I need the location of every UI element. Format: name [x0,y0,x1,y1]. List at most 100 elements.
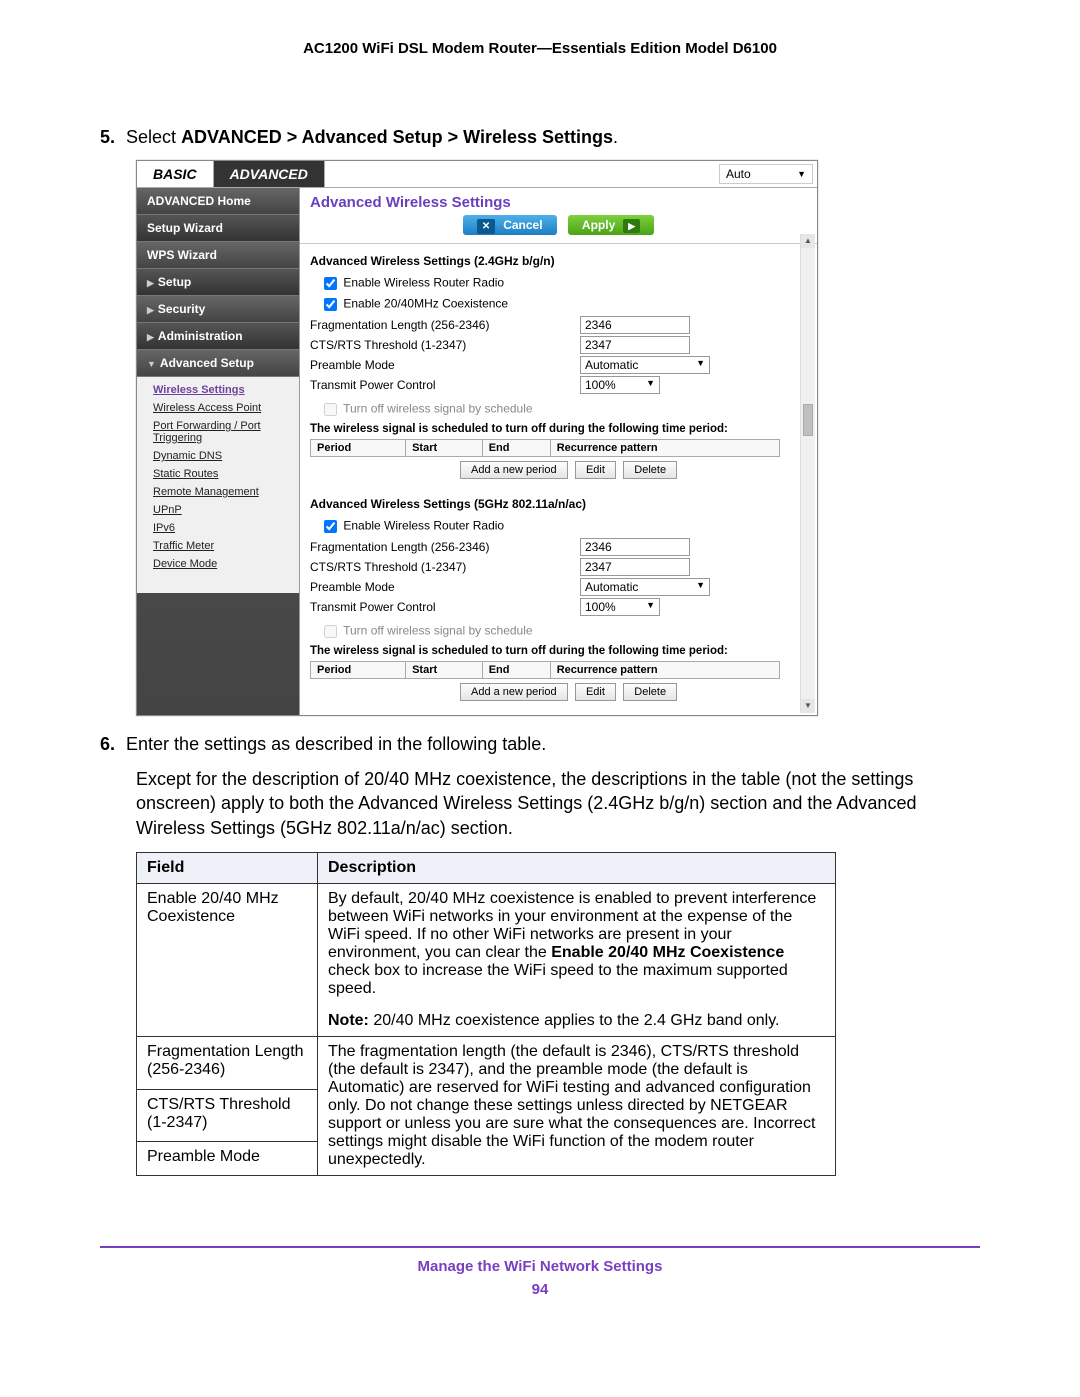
row2b-field: CTS/RTS Threshold (1-2347) [137,1089,318,1142]
sidebar-sub-wireless-settings[interactable]: Wireless Settings [153,381,295,399]
txpower-24-label: Transmit Power Control [310,378,580,392]
cts-24-label: CTS/RTS Threshold (1-2347) [310,338,580,352]
sidebar-item-advanced-setup[interactable]: ▼Advanced Setup [137,350,299,377]
sidebar-item-administration[interactable]: ▶Administration [137,323,299,350]
description-table: Field Description Enable 20/40 MHz Coexi… [136,852,836,1176]
note-prefix: Note: [328,1012,369,1029]
row2-desc: The fragmentation length (the default is… [318,1036,836,1175]
delete-24-button[interactable]: Delete [623,461,677,479]
chevron-down-icon: ▼ [797,169,806,179]
note-text: 20/40 MHz coexistence applies to the 2.4… [369,1012,780,1029]
apply-button[interactable]: Apply [568,215,654,235]
sidebar-sub-ddns[interactable]: Dynamic DNS [153,447,295,465]
step-5-path: ADVANCED > Advanced Setup > Wireless Set… [181,127,613,147]
chevron-down-icon: ▼ [696,580,705,594]
preamble-24-select[interactable]: Automatic▼ [580,356,710,374]
add-period-5-button[interactable]: Add a new period [460,683,568,701]
footer-title: Manage the WiFi Network Settings [100,1258,980,1275]
sidebar: ADVANCED Home Setup Wizard WPS Wizard ▶S… [137,188,300,715]
arrow-right-icon: ▶ [147,305,154,315]
sidebar-item-wps-wizard[interactable]: WPS Wizard [137,242,299,269]
sched-th-start: Start [406,440,483,457]
sidebar-item-security[interactable]: ▶Security [137,296,299,323]
top-tab-bar: BASIC ADVANCED Auto ▼ [137,161,817,188]
step-6-num: 6. [100,734,115,754]
sidebar-sub-wap[interactable]: Wireless Access Point [153,399,295,417]
txpower-5-select[interactable]: 100%▼ [580,598,660,616]
chevron-down-icon: ▼ [646,378,655,392]
sidebar-item-setup-wizard[interactable]: Setup Wizard [137,215,299,242]
enable-coex-checkbox[interactable] [324,298,337,311]
step-5-prefix: Select [126,127,181,147]
sched-th-end: End [482,662,550,679]
frag-5-label: Fragmentation Length (256-2346) [310,540,580,554]
language-value: Auto [726,167,751,181]
step-5-suffix: . [613,127,618,147]
chevron-down-icon: ▼ [646,600,655,614]
sidebar-sub-port-fwd[interactable]: Port Forwarding / Port Triggering [153,417,295,447]
sidebar-sub-traffic-meter[interactable]: Traffic Meter [153,537,295,555]
cts-24-input[interactable]: 2347 [580,336,690,354]
frag-24-label: Fragmentation Length (256-2346) [310,318,580,332]
step-6: 6. Enter the settings as described in th… [100,734,980,755]
tab-advanced[interactable]: ADVANCED [214,161,325,187]
preamble-5-select[interactable]: Automatic▼ [580,578,710,596]
cancel-button[interactable]: Cancel [463,215,557,235]
enable-radio-5-checkbox[interactable] [324,520,337,533]
row2c-field: Preamble Mode [137,1142,318,1175]
txpower-5-label: Transmit Power Control [310,600,580,614]
tab-spacer [325,161,715,187]
row1-desc: By default, 20/40 MHz coexistence is ena… [318,883,836,1036]
language-select[interactable]: Auto ▼ [719,164,813,184]
add-period-24-button[interactable]: Add a new period [460,461,568,479]
arrow-down-icon: ▼ [147,359,156,369]
tab-basic[interactable]: BASIC [137,161,214,187]
sidebar-item-home[interactable]: ADVANCED Home [137,188,299,215]
delete-5-button[interactable]: Delete [623,683,677,701]
sidebar-sub-static-routes[interactable]: Static Routes [153,465,295,483]
edit-24-button[interactable]: Edit [575,461,616,479]
frag-24-input[interactable]: 2346 [580,316,690,334]
txpower-24-select[interactable]: 100%▼ [580,376,660,394]
step-5-num: 5. [100,127,115,147]
doc-header: AC1200 WiFi DSL Modem Router—Essentials … [100,40,980,57]
section-5ghz: Advanced Wireless Settings (5GHz 802.11a… [300,487,817,709]
sched-24-label: Turn off wireless signal by schedule [343,402,532,416]
section-24ghz-heading: Advanced Wireless Settings (2.4GHz b/g/n… [310,254,807,268]
th-field: Field [137,852,318,883]
row1-field: Enable 20/40 MHz Coexistence [137,883,318,1036]
th-description: Description [318,852,836,883]
preamble-5-label: Preamble Mode [310,580,580,594]
sidebar-item-setup[interactable]: ▶Setup [137,269,299,296]
router-screenshot: BASIC ADVANCED Auto ▼ ADVANCED Home Setu… [136,160,818,716]
panel-title: Advanced Wireless Settings [300,188,817,213]
preamble-24-label: Preamble Mode [310,358,580,372]
frag-5-input[interactable]: 2346 [580,538,690,556]
sidebar-sub-remote-mgmt[interactable]: Remote Management [153,483,295,501]
sched-5-checkbox[interactable] [324,625,337,638]
panel-buttons: Cancel Apply [300,213,817,244]
enable-radio-5-label: Enable Wireless Router Radio [343,519,504,533]
sched-24-note: The wireless signal is scheduled to turn… [310,423,807,435]
arrow-right-icon: ▶ [147,278,154,288]
enable-radio-24-checkbox[interactable] [324,277,337,290]
sidebar-sub-device-mode[interactable]: Device Mode [153,555,295,573]
enable-radio-24-label: Enable Wireless Router Radio [343,276,504,290]
step-5: 5. Select ADVANCED > Advanced Setup > Wi… [100,127,980,148]
sidebar-sub-upnp[interactable]: UPnP [153,501,295,519]
step-6-text: Enter the settings as described in the f… [126,734,546,754]
sched-th-period: Period [311,440,406,457]
sched-5-note: The wireless signal is scheduled to turn… [310,645,807,657]
sched-th-start: Start [406,662,483,679]
page-footer: Manage the WiFi Network Settings 94 [100,1246,980,1298]
sched-5-label: Turn off wireless signal by schedule [343,624,532,638]
sidebar-sub-ipv6[interactable]: IPv6 [153,519,295,537]
sched-24-table: Period Start End Recurrence pattern [310,439,780,457]
sched-24-checkbox[interactable] [324,403,337,416]
section-5ghz-heading: Advanced Wireless Settings (5GHz 802.11a… [310,497,807,511]
cts-5-label: CTS/RTS Threshold (1-2347) [310,560,580,574]
chevron-down-icon: ▼ [696,358,705,372]
edit-5-button[interactable]: Edit [575,683,616,701]
footer-page-number: 94 [100,1281,980,1298]
cts-5-input[interactable]: 2347 [580,558,690,576]
